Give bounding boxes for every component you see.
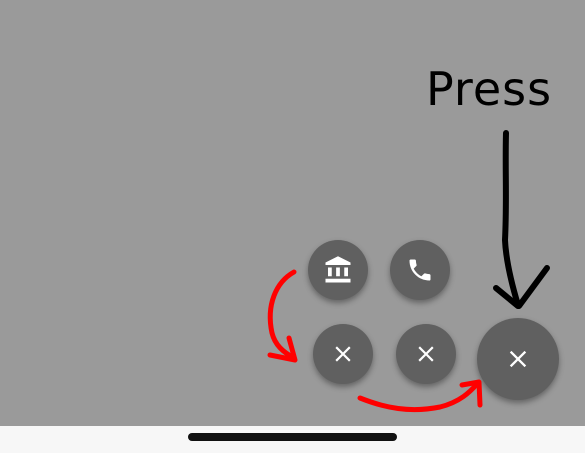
close-icon — [418, 346, 434, 362]
close-icon — [335, 346, 351, 362]
close-fab-button-1[interactable] — [313, 324, 373, 384]
close-fab-button-2[interactable] — [396, 324, 456, 384]
bank-icon — [325, 256, 351, 283]
phone-icon — [409, 259, 431, 281]
close-icon — [509, 350, 527, 368]
home-indicator[interactable] — [188, 433, 397, 441]
bank-fab-button[interactable] — [308, 240, 368, 300]
annotation-press-label: Press — [426, 62, 553, 116]
phone-fab-button[interactable] — [390, 240, 450, 300]
main-fab-close-button[interactable] — [477, 318, 559, 400]
